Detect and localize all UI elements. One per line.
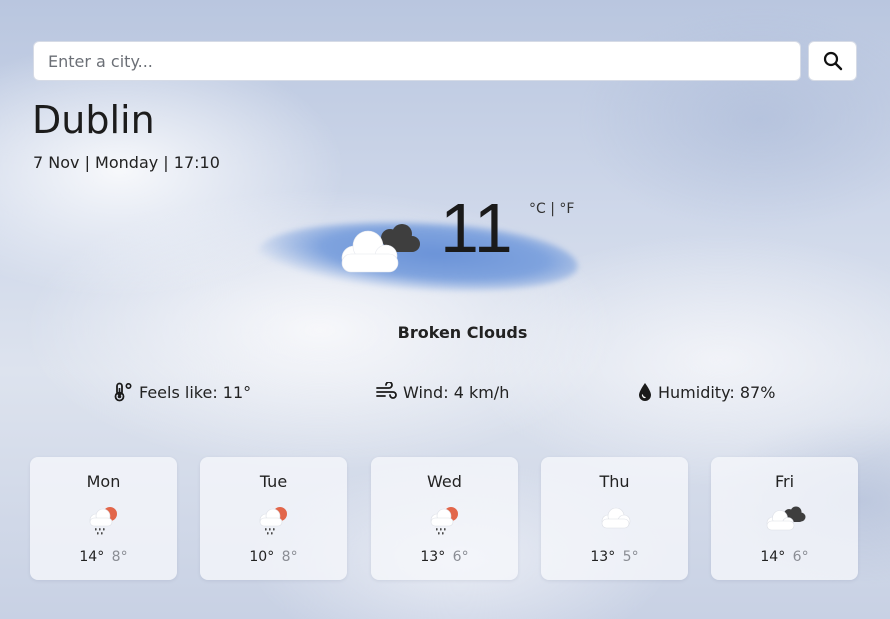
forecast-card-wed[interactable]: Wed 13° 6° (371, 457, 518, 580)
humidity-stat: Humidity: 87% (637, 382, 775, 402)
wind-icon (376, 382, 397, 399)
temp-low: 6° (452, 549, 469, 565)
city-search-input[interactable] (33, 41, 801, 81)
current-weather-icon (338, 222, 422, 278)
forecast-icon (428, 505, 462, 539)
forecast-temps: 13° 6° (371, 549, 518, 565)
unit-separator: | (550, 201, 555, 217)
temp-low: 8° (111, 549, 128, 565)
forecast-card-thu[interactable]: Thu 13° 5° (541, 457, 688, 580)
forecast-temps: 14° 8° (30, 549, 177, 565)
forecast-icon (764, 505, 806, 537)
temp-low: 6° (792, 549, 809, 565)
forecast-card-fri[interactable]: Fri 14° 6° (711, 457, 858, 580)
broken-clouds-icon (766, 506, 805, 531)
search-bar (33, 41, 857, 81)
feels-like-label: Feels like: 11° (139, 382, 252, 402)
temp-low: 8° (281, 549, 298, 565)
droplet-icon (639, 383, 651, 401)
rain-sun-icon (430, 507, 458, 535)
forecast-day: Thu (599, 472, 630, 491)
current-temperature: 11 (440, 189, 513, 267)
search-button[interactable] (808, 41, 857, 81)
temp-low: 5° (622, 549, 639, 565)
forecast-day: Wed (427, 472, 462, 491)
fahrenheit-toggle[interactable]: °F (559, 201, 574, 217)
forecast-icon (597, 505, 633, 535)
rain-sun-icon (259, 507, 287, 535)
wind-stat: Wind: 4 km/h (376, 382, 509, 402)
search-icon (823, 51, 842, 71)
forecast-temps: 14° 6° (711, 549, 858, 565)
rain-sun-icon (89, 507, 117, 535)
forecast-card-mon[interactable]: Mon 14° 8° (30, 457, 177, 580)
broken-clouds-icon (341, 224, 420, 273)
unit-switch: °C | °F (529, 201, 574, 217)
forecast-card-tue[interactable]: Tue 10° 8° (200, 457, 347, 580)
forecast-day: Fri (774, 472, 795, 491)
temp-high: 13° (590, 549, 616, 565)
cloud-icon (601, 507, 630, 529)
temp-high: 14° (760, 549, 786, 565)
temp-high: 10° (249, 549, 275, 565)
temp-high: 14° (79, 549, 105, 565)
celsius-toggle[interactable]: °C (529, 201, 546, 217)
humidity-label: Humidity: 87% (658, 382, 776, 402)
forecast-day: Mon (86, 472, 121, 491)
forecast-icon (257, 505, 291, 539)
date-time: 7 Nov | Monday | 17:10 (33, 153, 220, 172)
thermometer-icon (114, 382, 132, 402)
feels-like-stat: Feels like: 11° (114, 382, 251, 402)
forecast-temps: 10° 8° (200, 549, 347, 565)
forecast-icon (87, 505, 121, 539)
wind-label: Wind: 4 km/h (403, 382, 510, 402)
weather-condition: Broken Clouds (397, 323, 528, 342)
city-name: Dublin (32, 98, 155, 142)
forecast-day: Tue (259, 472, 288, 491)
forecast-temps: 13° 5° (541, 549, 688, 565)
temp-high: 13° (420, 549, 446, 565)
